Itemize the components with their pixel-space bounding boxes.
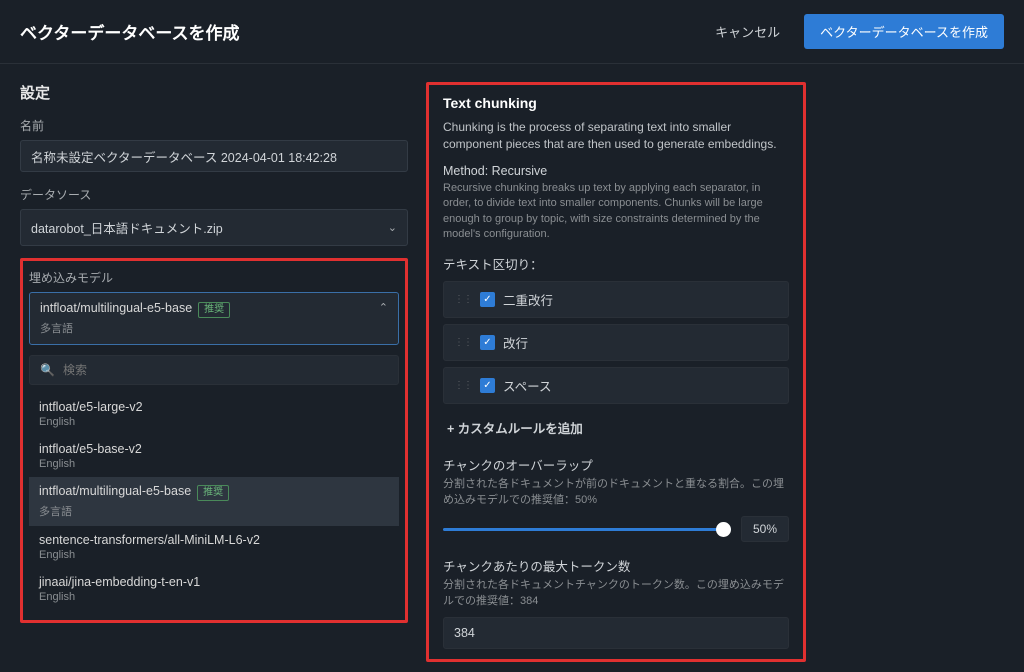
source-label: データソース — [20, 186, 408, 203]
separator-list: ⋮⋮ ✓ 二重改行 ⋮⋮ ✓ 改行 ⋮⋮ ✓ スペース — [443, 281, 789, 404]
model-search[interactable]: 🔍 — [29, 355, 399, 385]
search-input[interactable] — [63, 363, 388, 377]
name-label: 名前 — [20, 117, 408, 134]
separator-checkbox[interactable]: ✓ — [480, 335, 495, 350]
name-input[interactable] — [20, 140, 408, 172]
method-desc: Recursive chunking breaks up text by app… — [443, 181, 789, 243]
model-option-sub: English — [39, 549, 389, 561]
model-option[interactable]: sentence-transformers/all-MiniLM-L6-v2 En… — [29, 526, 399, 568]
recommended-badge: 推奨 — [197, 485, 229, 501]
embed-label: 埋め込みモデル — [29, 269, 399, 286]
model-option-name: intfloat/multilingual-e5-base推奨 — [39, 484, 389, 501]
selected-model-name: intfloat/multilingual-e5-base推奨 — [40, 301, 230, 318]
model-option-sub: 多言語 — [39, 503, 389, 519]
search-icon: 🔍 — [40, 363, 55, 377]
separator-text: スペース — [503, 376, 552, 395]
source-select[interactable]: datarobot_日本語ドキュメント.zip ⌄ — [20, 209, 408, 246]
slider-thumb[interactable] — [716, 522, 731, 537]
separator-label: テキスト区切り： — [443, 254, 789, 273]
overlap-slider[interactable] — [443, 528, 731, 531]
page-header: ベクターデータベースを作成 キャンセル ベクターデータベースを作成 — [0, 0, 1024, 64]
drag-handle-icon[interactable]: ⋮⋮ — [454, 294, 472, 305]
separator-text: 二重改行 — [503, 290, 553, 309]
chunking-desc: Chunking is the process of separating te… — [443, 119, 789, 154]
selected-model-sub: 多言語 — [40, 320, 230, 336]
chevron-up-icon: ⌃ — [379, 301, 388, 314]
separator-row: ⋮⋮ ✓ 二重改行 — [443, 281, 789, 318]
model-option[interactable]: intfloat/multilingual-e5-base推奨多言語 — [29, 477, 399, 526]
method-label: Method: Recursive — [443, 164, 789, 178]
cancel-button[interactable]: キャンセル — [703, 14, 792, 49]
model-option-name: intfloat/e5-base-v2 — [39, 442, 389, 456]
embed-model-select[interactable]: intfloat/multilingual-e5-base推奨 多言語 ⌃ — [29, 292, 399, 345]
separator-text: 改行 — [503, 333, 528, 352]
drag-handle-icon[interactable]: ⋮⋮ — [454, 380, 472, 391]
tokens-input[interactable] — [443, 617, 789, 649]
separator-row: ⋮⋮ ✓ スペース — [443, 367, 789, 404]
source-value: datarobot_日本語ドキュメント.zip — [31, 218, 223, 237]
model-options-list: intfloat/e5-large-v2Englishintfloat/e5-b… — [29, 393, 399, 610]
recommended-badge: 推奨 — [198, 302, 230, 318]
chevron-down-icon: ⌄ — [388, 221, 397, 234]
chunking-title: Text chunking — [443, 95, 789, 111]
model-option-sub: English — [39, 591, 389, 603]
create-button[interactable]: ベクターデータベースを作成 — [804, 14, 1004, 49]
chunking-panel: Text chunking Chunking is the process of… — [426, 82, 806, 662]
model-option[interactable]: intfloat/e5-base-v2 English — [29, 435, 399, 477]
overlap-value: 50% — [741, 516, 789, 542]
settings-heading: 設定 — [20, 82, 408, 103]
separator-checkbox[interactable]: ✓ — [480, 378, 495, 393]
model-option-sub: English — [39, 458, 389, 470]
model-option-name: jinaai/jina-embedding-t-en-v1 — [39, 575, 389, 589]
overlap-desc: 分割された各ドキュメントが前のドキュメントと重なる割合。この埋め込みモデルでの推… — [443, 477, 789, 508]
separator-row: ⋮⋮ ✓ 改行 — [443, 324, 789, 361]
separator-checkbox[interactable]: ✓ — [480, 292, 495, 307]
model-option[interactable]: jinaai/jina-embedding-t-en-v1 English — [29, 568, 399, 610]
page-title: ベクターデータベースを作成 — [20, 19, 239, 44]
model-option-name: sentence-transformers/all-MiniLM-L6-v2 — [39, 533, 389, 547]
header-actions: キャンセル ベクターデータベースを作成 — [703, 14, 1004, 49]
overlap-label: チャンクのオーバーラップ — [443, 455, 789, 474]
model-option-name: intfloat/e5-large-v2 — [39, 400, 389, 414]
model-option-sub: English — [39, 416, 389, 428]
drag-handle-icon[interactable]: ⋮⋮ — [454, 337, 472, 348]
add-custom-rule[interactable]: + カスタムルールを追加 — [443, 410, 789, 445]
tokens-label: チャンクあたりの最大トークン数 — [443, 556, 789, 575]
embed-model-section: 埋め込みモデル intfloat/multilingual-e5-base推奨 … — [20, 258, 408, 623]
model-option[interactable]: intfloat/e5-large-v2 English — [29, 393, 399, 435]
